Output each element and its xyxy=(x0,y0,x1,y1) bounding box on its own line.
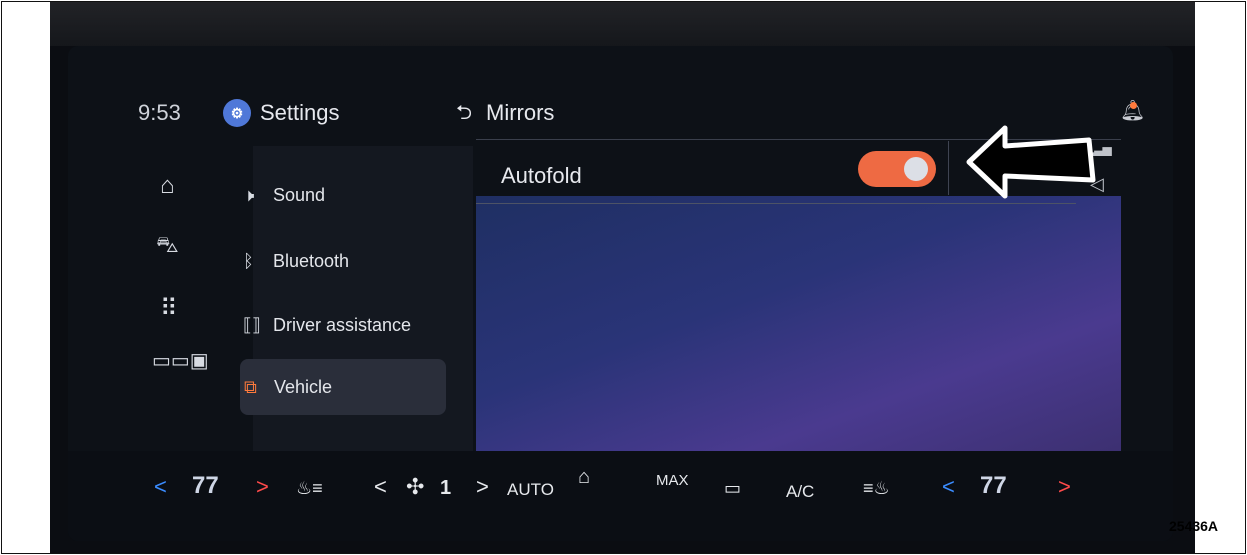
settings-app-icon[interactable]: ⚙ xyxy=(223,99,251,127)
right-temperature: 77 xyxy=(980,472,1007,499)
figure-frame: 9:53 ⚙ Settings ⮌ Mirrors 🔔︎ ▂▃▅ ◁ ⌂ ⛍ ⠿… xyxy=(1,1,1246,554)
back-arrow-icon[interactable]: ⮌ xyxy=(456,98,472,132)
max-defrost-button[interactable]: MAX xyxy=(656,472,689,489)
fan-speed: 1 xyxy=(440,477,452,499)
apps-grid-icon[interactable]: ⠿ xyxy=(160,294,178,323)
home-icon[interactable]: ⌂ xyxy=(160,172,175,200)
fan-down-button[interactable]: < xyxy=(374,474,387,500)
vehicle-controls-icon[interactable]: ▭▭▣ xyxy=(152,348,209,373)
fan-icon: ✣ xyxy=(406,474,425,499)
seat-heat-left-icon[interactable]: ♨≡ xyxy=(296,478,323,499)
menu-item-sound[interactable]: 🕨 Sound xyxy=(243,175,325,215)
infotainment-photo: 9:53 ⚙ Settings ⮌ Mirrors 🔔︎ ▂▃▅ ◁ ⌂ ⛍ ⠿… xyxy=(50,2,1195,553)
menu-item-bluetooth[interactable]: ᛒ Bluetooth xyxy=(243,241,349,281)
menu-item-vehicle[interactable]: ⧉ Vehicle xyxy=(240,359,446,415)
speaker-icon: 🕨 xyxy=(243,184,255,205)
ac-button[interactable]: A/C xyxy=(786,482,814,502)
left-temperature: 77 xyxy=(192,472,219,499)
infotainment-screen: 9:53 ⚙ Settings ⮌ Mirrors 🔔︎ ▂▃▅ ◁ ⌂ ⛍ ⠿… xyxy=(68,46,1173,541)
menu-item-label: Driver assistance xyxy=(273,314,412,335)
auto-button[interactable]: AUTO xyxy=(507,480,554,500)
car-icon[interactable]: ⛍ xyxy=(156,232,179,261)
notification-dot xyxy=(1130,102,1137,109)
toggle-knob xyxy=(904,157,928,181)
callout-arrow-icon xyxy=(966,125,1096,199)
settings-title: Settings xyxy=(260,100,340,125)
divider xyxy=(476,203,1076,204)
driver-assist-icon: ⟦⟧ xyxy=(243,314,261,335)
bluetooth-icon: ᛒ xyxy=(243,250,254,271)
clock: 9:53 xyxy=(138,100,181,125)
right-temp-down-button[interactable]: < xyxy=(942,474,955,500)
screen-bezel xyxy=(50,2,1195,46)
right-temp-up-button[interactable]: > xyxy=(1058,474,1071,500)
left-temp-up-button[interactable]: > xyxy=(256,474,269,500)
menu-item-label: Vehicle xyxy=(274,376,333,397)
autofold-toggle[interactable] xyxy=(858,151,936,187)
menu-item-label: Sound xyxy=(273,184,326,205)
menu-item-driver-assistance[interactable]: ⟦⟧ Driver assistance xyxy=(243,305,411,345)
autofold-label: Autofold xyxy=(501,163,582,188)
menu-item-label: Bluetooth xyxy=(273,250,350,271)
recirculation-icon[interactable]: ⌂ xyxy=(578,466,590,489)
left-temp-down-button[interactable]: < xyxy=(154,474,167,500)
fan-up-button[interactable]: > xyxy=(476,474,489,500)
vehicle-icon: ⧉ xyxy=(244,376,257,397)
rear-defrost-icon[interactable]: ▭ xyxy=(724,478,741,499)
page-title: Mirrors xyxy=(486,100,555,125)
content-background xyxy=(476,196,1121,466)
climate-bar xyxy=(68,451,1173,541)
figure-id: 25436A xyxy=(1169,518,1219,534)
divider xyxy=(948,141,949,195)
seat-heat-right-icon[interactable]: ≡♨ xyxy=(863,478,890,499)
